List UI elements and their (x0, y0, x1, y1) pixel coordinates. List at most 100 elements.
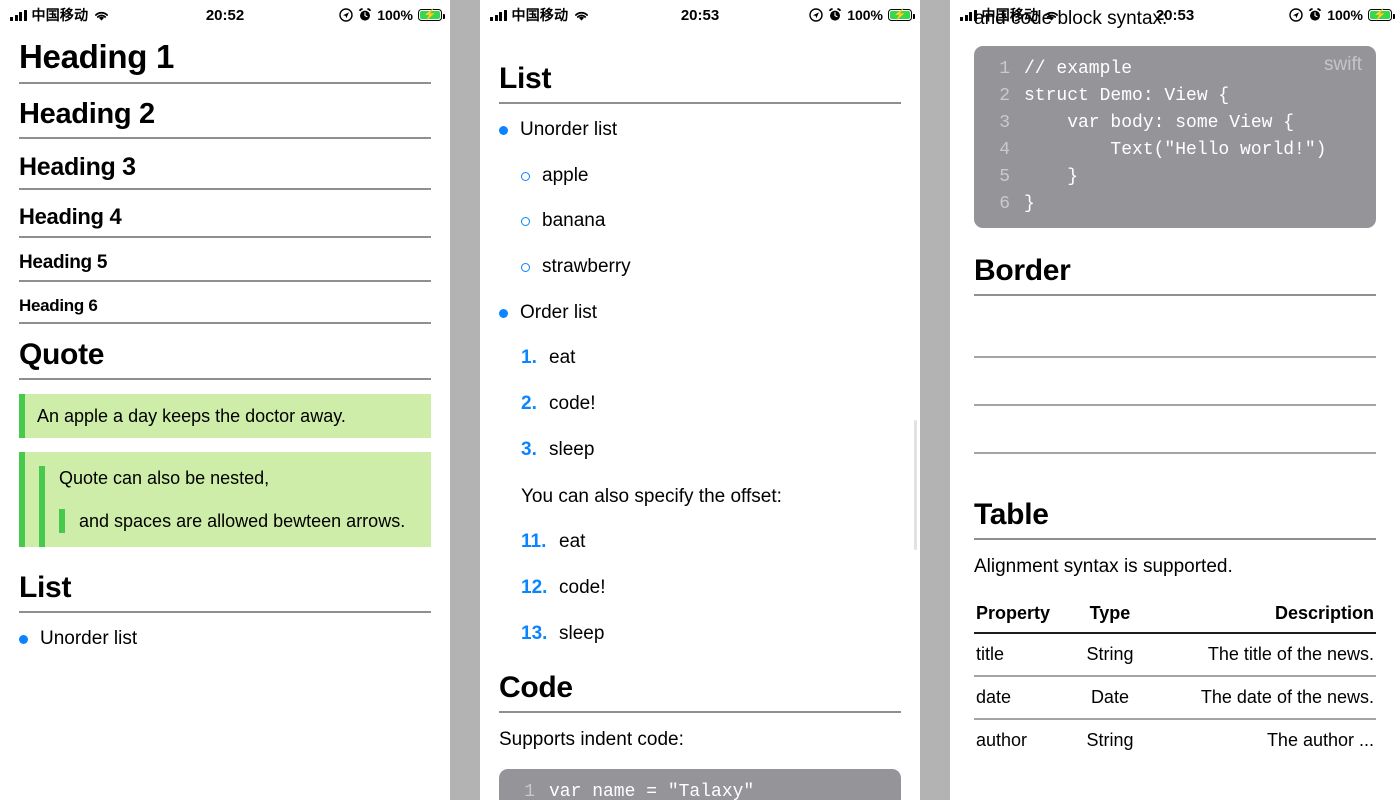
cell-property: title (976, 644, 1005, 665)
code-line: 1 // example (988, 56, 1362, 83)
list-item-label: strawberry (542, 256, 631, 278)
battery-percent-label: 100% (377, 7, 413, 23)
list-number: 13. (521, 622, 548, 644)
blockquote-nested: Quote can also be nested, and spaces are… (19, 452, 431, 547)
clock-label: 20:52 (205, 6, 245, 24)
code-line: 5 } (988, 164, 1362, 191)
three-phone-screenshots: 中国移动 20:52 100% ⚡ Heading 1 Heading 2 He… (0, 0, 1400, 800)
section-rule (499, 102, 901, 104)
column-header-property: Property (976, 603, 1051, 624)
bullet-icon (499, 126, 508, 135)
heading-1: Heading 1 (19, 38, 175, 75)
list-item: Unorder list (19, 627, 431, 652)
ordered-list-item: 13. sleep (499, 622, 901, 647)
blockquote-level-2: Quote can also be nested, and spaces are… (39, 466, 431, 547)
list-number: 1. (521, 347, 537, 369)
heading-5: Heading 5 (19, 252, 108, 273)
quote-text-level-3: and spaces are allowed bewteen arrows. (79, 510, 406, 531)
ordered-list-item: 11. eat (499, 530, 901, 555)
list-number: 3. (521, 438, 537, 460)
code-intro: and code block syntax: (974, 8, 1168, 29)
list-number: 2. (521, 393, 537, 415)
ordered-list-item: 3. sleep (499, 438, 901, 463)
list-number: 12. (521, 576, 548, 598)
section-title-quote: Quote (19, 338, 105, 371)
list-item-label: eat (559, 531, 586, 553)
bullet-hollow-icon (521, 171, 530, 181)
heading-rule (19, 137, 431, 139)
list-item-label: Order list (520, 301, 598, 323)
cell-property: date (976, 687, 1012, 708)
list-item-label: code! (549, 393, 596, 415)
list-item-label: banana (542, 210, 606, 232)
markdown-document-2: List Unorder list apple banana strawberr… (480, 62, 920, 800)
section-rule (19, 378, 431, 380)
heading-6: Heading 6 (19, 296, 98, 315)
alarm-clock-icon (359, 8, 372, 21)
location-arrow-icon (339, 8, 353, 22)
battery-charging-icon: ⚡ (418, 9, 445, 21)
list-item: Unorder list (499, 118, 901, 143)
section-title-code: Code (499, 671, 573, 705)
code-text: Text("Hello world!") (1024, 139, 1327, 160)
phone-screen-2: arrows. 中国移动 (480, 0, 920, 800)
list-item-label: eat (549, 347, 576, 369)
ordered-list-item: 12. code! (499, 576, 901, 601)
markdown-document-3: and code block syntax: swift 1 // exampl… (950, 6, 1400, 761)
code-line: 2 struct Demo: View { (988, 83, 1362, 110)
section-rule (974, 293, 1376, 296)
heading-4: Heading 4 (19, 204, 122, 229)
unordered-list: Unorder list apple banana strawberry Ord… (499, 118, 901, 325)
bullet-icon (499, 308, 508, 318)
list-item-label: apple (542, 164, 589, 186)
battery-percent-label: 100% (847, 7, 883, 23)
heading-3: Heading 3 (19, 153, 136, 181)
list-item: strawberry (499, 255, 901, 280)
cell-description: The author ... (1266, 730, 1374, 751)
status-bar-right-group: 100% ⚡ (339, 7, 445, 23)
heading-rule (19, 82, 431, 84)
line-number: 3 (999, 112, 1010, 133)
code-text: } (1024, 193, 1035, 214)
bullet-hollow-icon (521, 217, 530, 227)
heading-2: Heading 2 (19, 98, 155, 130)
table-note: Alignment syntax is supported. (974, 555, 1233, 577)
column-header-type: Type (1089, 603, 1131, 624)
line-number: 1 (524, 781, 535, 800)
offset-note: You can also specify the offset: (521, 485, 782, 507)
signal-bars-icon (490, 9, 507, 21)
section-rule (499, 711, 901, 714)
wifi-icon (95, 11, 109, 21)
code-text: struct Demo: View { (1024, 85, 1230, 106)
list-item: Order list (499, 301, 901, 326)
line-number: 1 (999, 58, 1010, 79)
markdown-document-1: Heading 1 Heading 2 Heading 3 Heading 4 … (0, 38, 450, 673)
code-text: } (1024, 166, 1079, 187)
quote-text: An apple a day keeps the doctor away. (37, 406, 346, 426)
code-line: 3 var body: some View { (988, 110, 1362, 137)
scrollbar-thumb[interactable] (914, 420, 917, 550)
section-rule (974, 537, 1376, 540)
table-row: date Date The date of the news. (974, 676, 1376, 720)
column-header-description: Description (1274, 603, 1374, 624)
alarm-clock-icon (829, 8, 842, 21)
line-number: 2 (999, 85, 1010, 106)
ordered-list-item: 1. eat (499, 346, 901, 371)
quote-text-level-2: Quote can also be nested, (59, 468, 270, 489)
list-number: 11. (521, 531, 547, 553)
clock-label: 20:53 (680, 6, 720, 24)
phone-screen-1: 中国移动 20:52 100% ⚡ Heading 1 Heading 2 He… (0, 0, 450, 800)
ordered-list: 1. eat 2. code! 3. sleep (499, 346, 901, 462)
panel-gutter (920, 0, 950, 800)
ordered-list-offset: 11. eat 12. code! 13. sleep (499, 530, 901, 646)
heading-rule (19, 236, 431, 238)
code-block-swift: swift 1 // example 2 struct Demo: View {… (974, 45, 1376, 228)
status-bar-left-group: 中国移动 (0, 5, 110, 25)
bullet-hollow-icon (521, 263, 530, 273)
battery-charging-icon: ⚡ (888, 9, 915, 21)
code-line: 6 } (988, 191, 1362, 218)
status-bar-right-group: 100% ⚡ (809, 7, 915, 23)
status-bar-1: 中国移动 20:52 100% ⚡ (0, 0, 450, 30)
ordered-list-item: 2. code! (499, 392, 901, 417)
wifi-icon (575, 11, 589, 21)
